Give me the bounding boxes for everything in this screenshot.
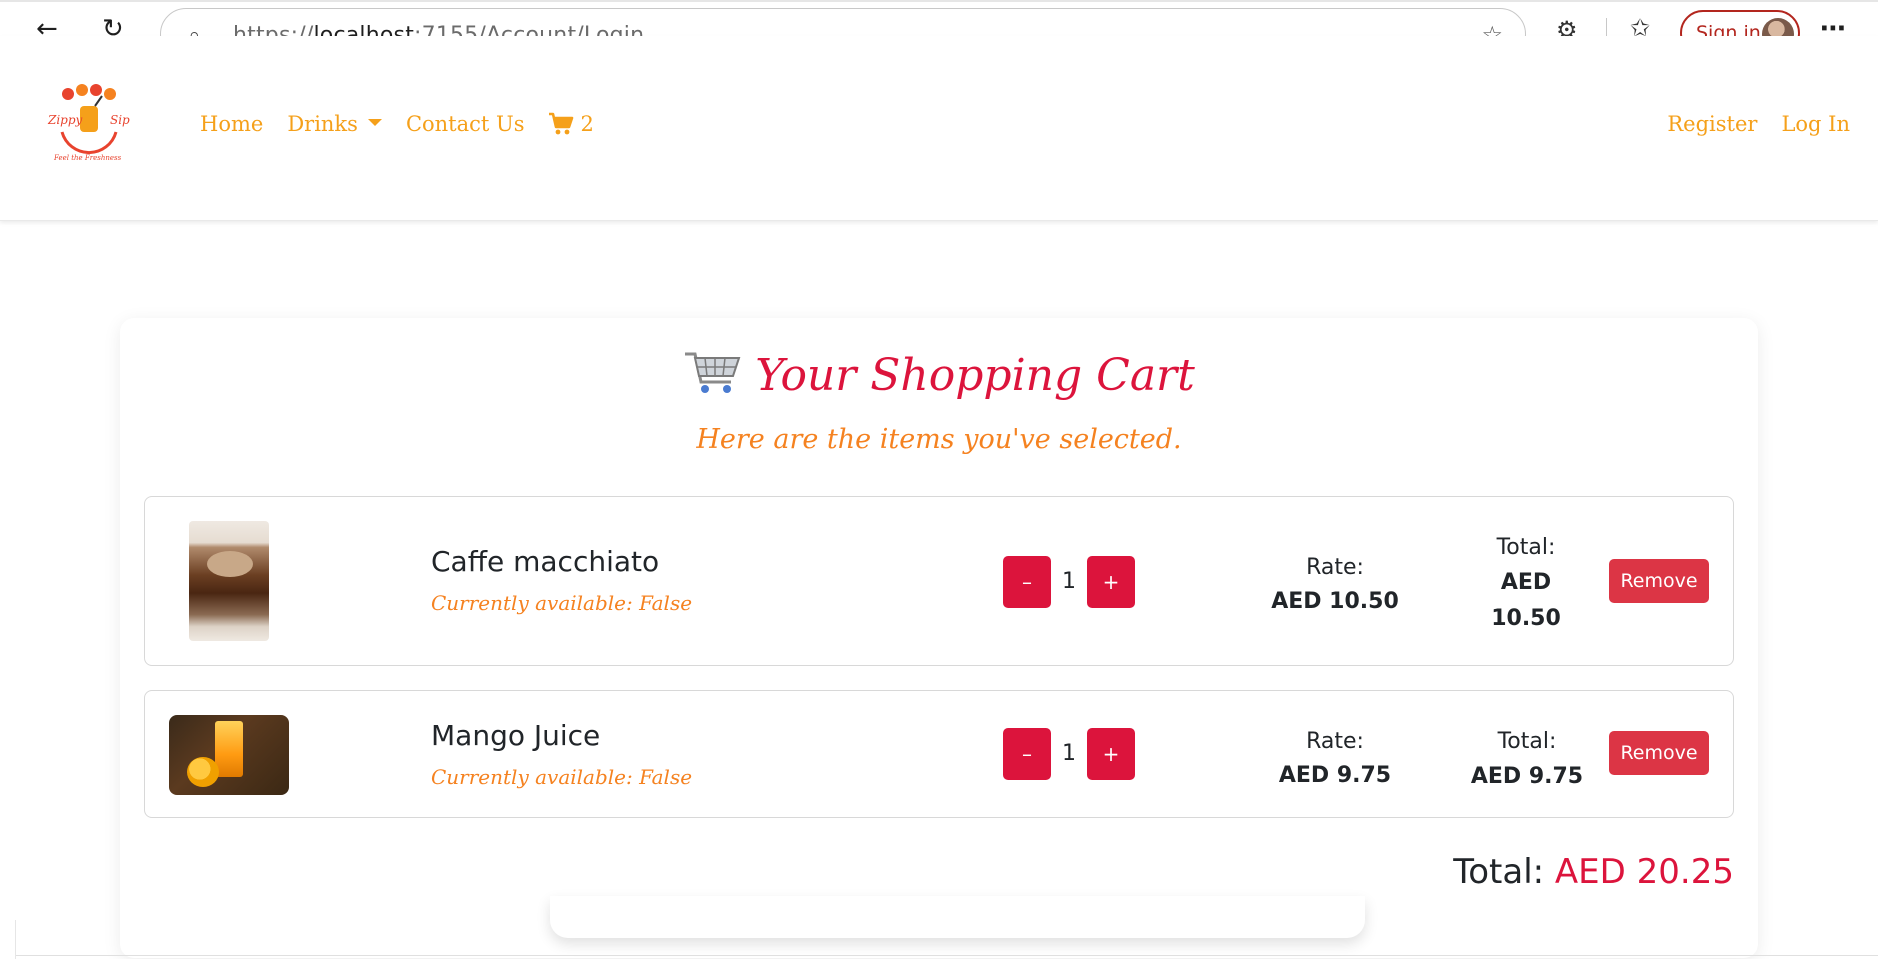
url-host: localhost — [313, 23, 415, 36]
browser-sign-in-button[interactable]: Sign in — [1680, 10, 1800, 36]
rate-value: AED 9.75 — [1278, 763, 1392, 788]
rate-label: Rate: — [1306, 729, 1364, 754]
decrease-quantity-button[interactable]: – — [1003, 556, 1051, 608]
extensions-puzzle-icon[interactable]: ⚙︎ — [1556, 16, 1578, 36]
product-image-caffe-macchiato — [189, 521, 269, 641]
profile-avatar — [1762, 18, 1794, 36]
item-total: Total: AED 9.75 — [1467, 725, 1587, 795]
nav-contact-link[interactable]: Contact Us — [406, 112, 525, 136]
item-total-value: AED 10.50 — [1491, 570, 1561, 631]
toolbar-separator — [1606, 18, 1607, 36]
remove-item-button[interactable]: Remove — [1609, 731, 1709, 775]
nav-login-link[interactable]: Log In — [1781, 112, 1850, 136]
site-navbar: Zippy Sip Feel the Freshness Home Drinks… — [0, 36, 1878, 221]
logo-tagline: Feel the Freshness — [53, 154, 122, 162]
cart-subtitle: Here are the items you've selected. — [696, 424, 1182, 455]
item-name: Caffe macchiato — [431, 545, 660, 578]
address-bar[interactable]: 🔒︎ https://localhost:7155/Account/Login … — [160, 8, 1526, 36]
back-arrow-icon[interactable]: ← — [36, 14, 58, 36]
rate-label: Rate: — [1306, 555, 1364, 580]
url-path: :7155/Account/Login — [414, 23, 645, 36]
sign-in-label: Sign in — [1696, 22, 1761, 36]
item-name: Mango Juice — [431, 719, 601, 752]
grand-total-label: Total: — [1453, 852, 1545, 892]
nav-home-link[interactable]: Home — [200, 112, 263, 136]
cart-count-badge: 2 — [580, 112, 594, 136]
nav-cart-link[interactable]: 2 — [548, 112, 594, 136]
item-total-label: Total: — [1497, 729, 1557, 754]
favorite-star-icon[interactable]: ☆ — [1481, 21, 1503, 36]
item-availability: Currently available: False — [431, 765, 693, 789]
cart-title-text: Your Shopping Cart — [755, 350, 1195, 401]
shopping-trolley-icon — [685, 352, 741, 393]
logo-text-zippy: Zippy — [47, 113, 83, 127]
item-quantity: 1 — [1062, 569, 1076, 594]
logo-text-sip: Sip — [110, 113, 130, 127]
caret-down-icon — [367, 119, 382, 126]
cart-title: Your Shopping Cart — [120, 348, 1758, 401]
item-total-label: Total: — [1496, 535, 1556, 560]
reload-icon[interactable]: ↻ — [102, 14, 124, 36]
shopping-cart-icon — [549, 112, 574, 135]
product-image-mango-juice — [169, 715, 289, 795]
account-nav: Register Log In — [1667, 112, 1850, 136]
decrease-quantity-button[interactable]: – — [1003, 728, 1051, 780]
item-rate: Rate: AED 9.75 — [1255, 725, 1415, 793]
item-quantity: 1 — [1062, 741, 1076, 766]
more-menu-icon[interactable]: ⋯ — [1820, 14, 1846, 36]
rate-value: AED 10.50 — [1271, 589, 1399, 614]
nav-drinks-dropdown[interactable]: Drinks — [287, 112, 382, 136]
grand-total-value: AED 20.25 — [1554, 852, 1734, 892]
zippy-sip-logo[interactable]: Zippy Sip Feel the Freshness — [40, 82, 136, 166]
lock-icon[interactable]: 🔒︎ — [189, 23, 200, 36]
increase-quantity-button[interactable]: + — [1087, 728, 1135, 780]
cart-item-row: Mango Juice Currently available: False –… — [144, 690, 1734, 818]
page-bottom-border — [16, 955, 1878, 956]
url-text[interactable]: https://localhost:7155/Account/Login — [233, 23, 644, 36]
remove-item-button[interactable]: Remove — [1609, 559, 1709, 603]
url-scheme: https:// — [233, 23, 314, 36]
nav-drinks-label: Drinks — [287, 112, 358, 136]
browser-toolbar: ← ↻ 🔒︎ https://localhost:7155/Account/Lo… — [0, 0, 1878, 36]
favorites-star-icon[interactable]: ✩ — [1630, 14, 1650, 36]
grand-total: Total: AED 20.25 — [1453, 852, 1734, 892]
cart-item-row: Caffe macchiato Currently available: Fal… — [144, 496, 1734, 666]
item-rate: Rate: AED 10.50 — [1255, 551, 1415, 619]
page-edge-strip — [0, 920, 16, 959]
item-total: Total: AED 10.50 — [1469, 531, 1583, 637]
primary-nav: Home Drinks Contact Us 2 — [200, 112, 594, 136]
item-availability: Currently available: False — [431, 591, 693, 615]
shopping-cart-card: Your Shopping Cart Here are the items yo… — [120, 318, 1758, 958]
footer-card-edge — [550, 896, 1365, 938]
browser-tab-strip-edge — [0, 0, 1878, 2]
nav-register-link[interactable]: Register — [1667, 112, 1757, 136]
increase-quantity-button[interactable]: + — [1087, 556, 1135, 608]
item-total-value: AED 9.75 — [1470, 764, 1584, 789]
